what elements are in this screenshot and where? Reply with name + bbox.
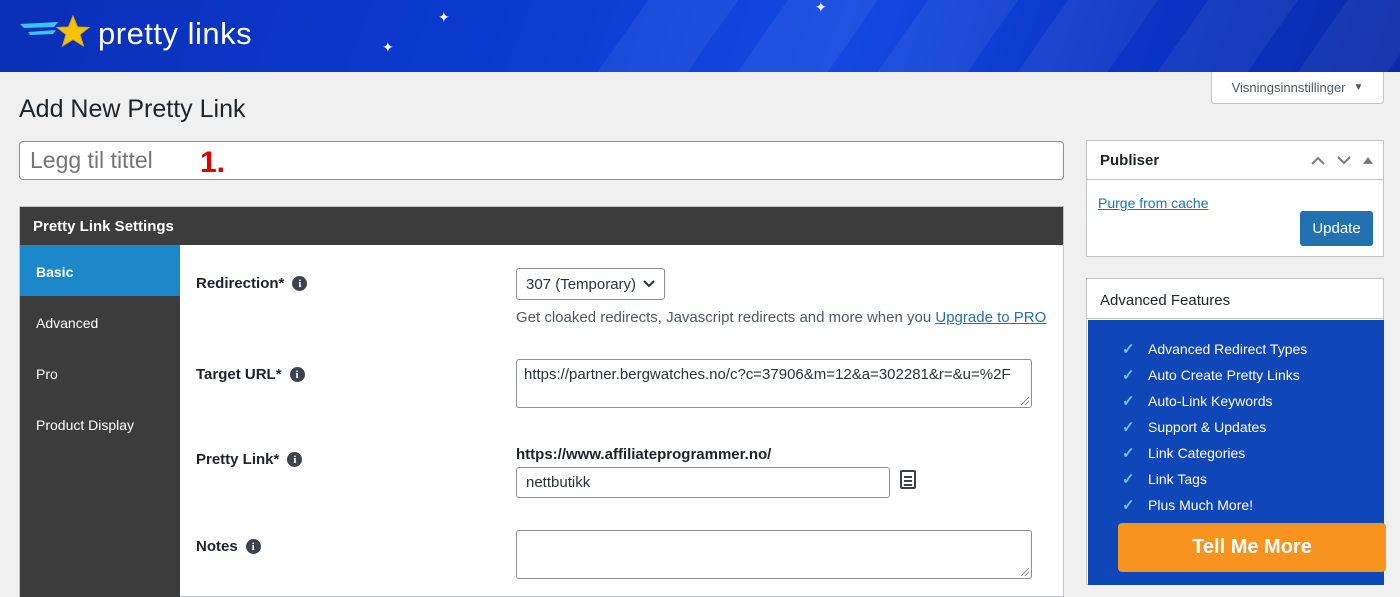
list-item: ✓ Link Categories	[1122, 440, 1384, 466]
info-icon[interactable]: i	[287, 452, 303, 467]
update-button[interactable]: Update	[1300, 211, 1373, 246]
chevron-up-icon[interactable]	[1311, 156, 1325, 165]
resize-handle[interactable]	[1021, 568, 1029, 576]
list-item: ✓ Support & Updates	[1122, 414, 1384, 440]
checkmark-icon: ✓	[1122, 471, 1135, 488]
screen-options-button[interactable]: Visningsinnstillinger ▼	[1211, 72, 1384, 104]
target-url-value: https://partner.bergwatches.no/c?c=37906…	[524, 366, 1011, 383]
clipboard-icon[interactable]	[900, 470, 916, 489]
star-logo-icon	[20, 14, 91, 48]
sparkle-icon: ✦	[438, 9, 450, 25]
logo-text: pretty links	[98, 16, 253, 51]
list-item: ✓ Link Tags	[1122, 466, 1384, 492]
info-icon[interactable]: i	[245, 539, 261, 554]
tell-me-more-button[interactable]: Tell Me More	[1118, 523, 1386, 572]
checkmark-icon: ✓	[1122, 419, 1135, 436]
pretty-link-slug-input[interactable]: nettbutikk	[516, 467, 890, 498]
tab-advanced[interactable]: Advanced	[20, 296, 180, 347]
target-url-label-text: Target URL*	[196, 366, 282, 383]
redirection-hint-text: Get cloaked redirects, Javascript redire…	[516, 309, 932, 326]
settings-title: Pretty Link Settings	[20, 207, 1063, 245]
checkmark-icon: ✓	[1122, 341, 1135, 358]
collapse-toggle-icon[interactable]	[1363, 156, 1373, 164]
advanced-features-title: Advanced Features	[1087, 279, 1383, 319]
notes-label-text: Notes	[196, 538, 238, 555]
feature-list: ✓ Advanced Redirect Types ✓ Auto Create Pr…	[1088, 320, 1384, 518]
checkmark-icon: ✓	[1122, 367, 1135, 384]
advanced-features-box: Advanced Features ✓ Advanced Redirect Typ…	[1086, 278, 1386, 585]
feature-label: Link Tags	[1148, 471, 1207, 487]
target-url-label: Target URL* i	[196, 366, 305, 383]
feature-label: Link Categories	[1148, 445, 1246, 461]
tab-basic[interactable]: Basic	[20, 245, 180, 296]
list-item: ✓ Auto Create Pretty Links	[1122, 362, 1384, 388]
feature-label: Plus Much More!	[1148, 497, 1254, 513]
pretty-link-label: Pretty Link* i	[196, 451, 303, 468]
target-url-field[interactable]: https://partner.bergwatches.no/c?c=37906…	[516, 359, 1032, 408]
info-icon[interactable]: i	[292, 276, 308, 291]
redirection-label: Redirection* i	[196, 275, 308, 292]
purge-from-cache-link[interactable]: Purge from cache	[1098, 195, 1209, 211]
title-input[interactable]	[19, 141, 1064, 180]
notes-field[interactable]	[516, 530, 1032, 579]
checkmark-icon: ✓	[1122, 497, 1135, 514]
sparkle-icon: ✦	[815, 0, 827, 15]
publish-box: Publiser Purge from cache Update	[1086, 140, 1384, 257]
info-icon[interactable]: i	[289, 367, 305, 382]
tab-product-display[interactable]: Product Display	[20, 398, 180, 449]
advanced-features-panel: ✓ Advanced Redirect Types ✓ Auto Create Pr…	[1088, 320, 1386, 585]
checkmark-icon: ✓	[1122, 445, 1135, 462]
publish-header: Publiser	[1087, 141, 1383, 180]
feature-label: Auto-Link Keywords	[1148, 393, 1273, 409]
redirection-selected: 307 (Temporary)	[526, 275, 637, 293]
chevron-down-icon[interactable]	[1337, 155, 1351, 165]
list-item: ✓ Advanced Redirect Types	[1122, 336, 1384, 362]
feature-label: Advanced Redirect Types	[1148, 341, 1308, 357]
resize-handle[interactable]	[1021, 397, 1029, 405]
feature-label: Support & Updates	[1148, 419, 1267, 435]
header-banner: pretty links ✦ ✦ ✦	[0, 0, 1400, 72]
chevron-down-icon	[643, 280, 655, 288]
sparkle-icon: ✦	[382, 39, 394, 55]
publish-title: Publiser	[1100, 151, 1160, 169]
tab-pro[interactable]: Pro	[20, 347, 180, 398]
pretty-link-base-url: https://www.affiliateprogrammer.no/	[516, 446, 772, 463]
pretty-links-logo[interactable]: pretty links	[18, 12, 252, 56]
redirection-select[interactable]: 307 (Temporary)	[516, 268, 665, 300]
list-item: ✓ Auto-Link Keywords	[1122, 388, 1384, 414]
screen-options-label: Visningsinnstillinger	[1231, 80, 1346, 95]
list-item: ✓ Plus Much More!	[1122, 492, 1384, 518]
upgrade-to-pro-link[interactable]: Upgrade to PRO	[935, 309, 1046, 326]
redirection-label-text: Redirection*	[196, 275, 285, 292]
step-marker: 1.	[200, 146, 226, 179]
page-title: Add New Pretty Link	[19, 95, 246, 123]
caret-down-icon: ▼	[1353, 82, 1364, 93]
redirection-hint: Get cloaked redirects, Javascript redire…	[516, 309, 1046, 326]
pretty-link-label-text: Pretty Link*	[196, 451, 280, 468]
feature-label: Auto Create Pretty Links	[1148, 367, 1300, 383]
settings-tabs: Basic Advanced Pro Product Display	[20, 245, 180, 597]
checkmark-icon: ✓	[1122, 393, 1135, 410]
notes-label: Notes i	[196, 538, 261, 555]
